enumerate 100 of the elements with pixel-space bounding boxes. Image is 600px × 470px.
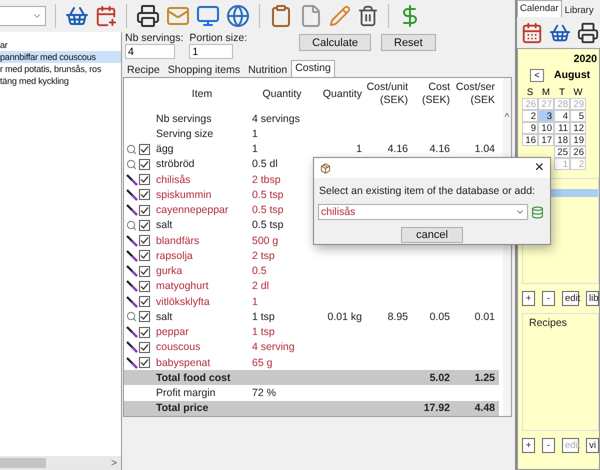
cancel-button[interactable]: cancel bbox=[401, 227, 463, 243]
quantity-cell-text: 0.5 tsp bbox=[251, 204, 285, 216]
value-cell-text: 17.92 bbox=[422, 402, 450, 414]
calendar-day[interactable]: 2 bbox=[522, 110, 538, 122]
scroll-up-arrow[interactable]: ^ bbox=[504, 112, 510, 123]
calendar-day[interactable]: 19 bbox=[570, 134, 586, 146]
calendar-day[interactable]: 16 bbox=[522, 134, 538, 146]
database-add-icon[interactable] bbox=[531, 206, 544, 218]
search-icon[interactable] bbox=[126, 311, 137, 322]
checkbox[interactable] bbox=[139, 204, 150, 216]
calendar-day[interactable]: 10 bbox=[538, 122, 554, 134]
calendar-day[interactable]: 26 bbox=[570, 146, 586, 158]
quantity-cell-text: 500 g bbox=[251, 234, 280, 247]
checkbox[interactable] bbox=[139, 266, 150, 277]
checkbox[interactable] bbox=[139, 174, 150, 186]
calendar-day[interactable]: 25 bbox=[554, 146, 570, 158]
item-cell-text: Total price bbox=[155, 402, 210, 414]
calendar-day[interactable]: 4 bbox=[554, 110, 570, 122]
printer-icon[interactable] bbox=[136, 4, 160, 28]
item-cell-text: chilisås bbox=[155, 174, 192, 186]
checkbox[interactable] bbox=[139, 280, 150, 292]
quantity-cell-text: 1 bbox=[251, 296, 259, 308]
reset-button[interactable]: Reset bbox=[381, 34, 436, 51]
column-header: Cost (SEK) bbox=[420, 81, 450, 108]
item-combo-field[interactable]: chilisås bbox=[318, 204, 528, 220]
pencil-icon[interactable] bbox=[329, 5, 351, 27]
tab[interactable]: Calendar bbox=[517, 0, 562, 17]
recipe-list-item[interactable]: ar bbox=[0, 39, 121, 51]
close-button[interactable]: × bbox=[534, 159, 544, 177]
checkbox[interactable] bbox=[139, 296, 150, 308]
search-icon[interactable] bbox=[126, 144, 137, 155]
quantity-cell-text: 0.5 bbox=[251, 265, 268, 278]
meal-button[interactable]: - bbox=[542, 291, 555, 306]
quantity-cell-text: 2 tbsp bbox=[251, 174, 282, 186]
printer-icon[interactable] bbox=[577, 22, 599, 44]
wand-icon bbox=[126, 265, 138, 278]
value-cell-text: 4.16 bbox=[428, 143, 450, 156]
value-cell-text: 0.01 bbox=[474, 310, 495, 323]
item-cell-text: peppar bbox=[155, 326, 190, 338]
column-header: Quantity bbox=[322, 88, 362, 101]
checkbox[interactable] bbox=[139, 158, 150, 170]
portion-size-field[interactable]: 1 bbox=[189, 44, 234, 59]
checkbox[interactable] bbox=[139, 326, 150, 338]
item-cell-text: ägg bbox=[155, 143, 175, 156]
portion-size-label: Portion size: bbox=[189, 32, 248, 44]
weekday-label: T bbox=[558, 86, 566, 100]
calendar-day[interactable]: 9 bbox=[522, 122, 538, 134]
quantity-cell-text: 0.5 tsp bbox=[251, 219, 285, 232]
item-cell-text: ströbröd bbox=[155, 158, 196, 170]
wand-icon bbox=[126, 204, 138, 216]
value-cell-text: 8.95 bbox=[386, 310, 408, 323]
recipe-list-item[interactable]: r med potatis, brunsås, ros bbox=[0, 63, 121, 75]
calendar-day[interactable]: 17 bbox=[538, 134, 554, 146]
calendar-icon[interactable] bbox=[521, 22, 543, 44]
globe-icon[interactable] bbox=[226, 4, 250, 28]
checkbox[interactable] bbox=[139, 220, 150, 231]
tab[interactable]: Costing bbox=[291, 60, 335, 77]
checkbox[interactable] bbox=[139, 311, 150, 322]
calendar-day[interactable]: 11 bbox=[554, 122, 570, 134]
column-header: Cost/unit (SEK) bbox=[366, 81, 408, 108]
basket-icon[interactable] bbox=[549, 22, 571, 44]
calendar-day[interactable]: 5 bbox=[570, 110, 586, 122]
quantity-cell-text: 1 bbox=[251, 143, 259, 156]
calendar-day[interactable]: 12 bbox=[570, 122, 586, 134]
clipboard-icon[interactable] bbox=[269, 4, 293, 28]
weekday-label: M bbox=[541, 86, 551, 100]
search-icon[interactable] bbox=[126, 158, 137, 170]
checkbox[interactable] bbox=[139, 357, 150, 368]
recipe-button[interactable]: vi bbox=[586, 438, 599, 453]
calendar-day[interactable]: 3 bbox=[538, 110, 554, 122]
tab[interactable]: Library bbox=[562, 2, 597, 17]
meal-button[interactable]: + bbox=[522, 291, 535, 306]
quantity-cell-text: 1 tsp bbox=[251, 326, 276, 338]
checkbox[interactable] bbox=[139, 235, 150, 246]
quantity-cell-text: 65 g bbox=[251, 356, 274, 369]
quantity-cell-text: 4 servings bbox=[251, 112, 301, 125]
recipe-button[interactable]: + bbox=[522, 438, 535, 453]
servings-field[interactable]: 4 bbox=[125, 44, 175, 59]
search-icon[interactable] bbox=[126, 220, 137, 231]
calendar-add-icon[interactable] bbox=[95, 5, 117, 27]
checkbox[interactable] bbox=[139, 250, 150, 262]
basket-icon[interactable] bbox=[65, 4, 89, 28]
monitor-icon[interactable] bbox=[196, 4, 220, 28]
calendar-day[interactable]: 18 bbox=[554, 134, 570, 146]
trash-can-icon[interactable] bbox=[357, 5, 379, 27]
value-cell-text: 4.16 bbox=[386, 143, 408, 156]
wand-icon bbox=[126, 280, 138, 292]
checkbox[interactable] bbox=[139, 342, 150, 353]
item-cell-text: matyoghurt bbox=[155, 280, 210, 292]
checkbox[interactable] bbox=[139, 144, 150, 155]
calculate-button[interactable]: Calculate bbox=[299, 34, 371, 51]
recipe-button[interactable]: - bbox=[542, 438, 555, 453]
previous-month-button[interactable]: < bbox=[530, 68, 544, 82]
checkbox[interactable] bbox=[139, 189, 150, 200]
quantity-cell-text: 1 bbox=[251, 128, 259, 140]
scroll-right-arrow[interactable]: > bbox=[111, 458, 117, 468]
horizontal-scrollbar[interactable]: > bbox=[0, 456, 121, 470]
recipe-list-item[interactable]: pannbiffar med couscous bbox=[0, 51, 121, 63]
package-icon bbox=[320, 162, 331, 174]
recipe-list-item[interactable]: täng med kyckling bbox=[0, 75, 121, 87]
